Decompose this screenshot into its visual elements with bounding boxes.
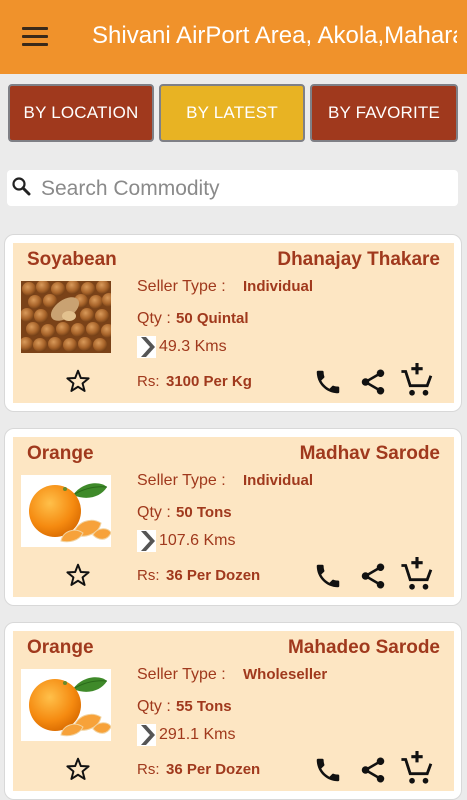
price-label: Rs: — [137, 373, 160, 390]
search-icon — [12, 177, 31, 196]
listing-body: Orange Mahadeo Sarode Seller Type : Whol… — [13, 631, 454, 791]
filter-tabs: BY LOCATION BY LATEST BY FAVORITE — [0, 82, 467, 146]
call-icon[interactable] — [313, 365, 343, 399]
chevron-right-icon — [137, 336, 156, 358]
seller-type-label: Seller Type : — [137, 278, 226, 295]
listing-body: Soyabean Dhanajay Thakare Seller Type : … — [13, 243, 454, 403]
share-icon[interactable] — [358, 560, 388, 592]
chevron-right-icon — [137, 724, 156, 746]
qty-label: Qty : — [137, 698, 171, 715]
add-to-cart-icon[interactable] — [400, 361, 434, 399]
seller-type-label: Seller Type : — [137, 666, 226, 683]
menu-icon[interactable] — [22, 27, 48, 47]
qty-value: 55 Tons — [176, 698, 232, 715]
share-icon[interactable] — [358, 366, 388, 398]
listing-card[interactable]: Soyabean Dhanajay Thakare Seller Type : … — [4, 234, 462, 412]
price-value: 36 Per Dozen — [166, 761, 261, 778]
commodity-name: Orange — [27, 443, 94, 464]
price-label: Rs: — [137, 761, 160, 778]
listing-card[interactable]: Orange Madhav Sarode Seller Type : Indiv… — [4, 428, 462, 606]
call-icon[interactable] — [313, 753, 343, 787]
commodity-image — [21, 475, 111, 547]
price-value: 3100 Per Kg — [166, 373, 252, 390]
price-value: 36 Per Dozen — [166, 567, 261, 584]
qty-label: Qty : — [137, 310, 171, 327]
search-bar — [7, 170, 458, 208]
distance-value: 107.6 Kms — [159, 532, 236, 549]
add-to-cart-icon[interactable] — [400, 555, 434, 593]
qty-label: Qty : — [137, 504, 171, 521]
app-bar: Shivani AirPort Area, Akola,Maharashtra — [0, 0, 467, 74]
commodity-name: Soyabean — [27, 249, 117, 270]
commodity-name: Orange — [27, 637, 94, 658]
seller-type-value: Individual — [243, 472, 314, 489]
star-icon[interactable] — [65, 562, 91, 588]
seller-type-value: Wholeseller — [243, 666, 328, 683]
add-to-cart-icon[interactable] — [400, 749, 434, 787]
distance-value: 291.1 Kms — [159, 726, 236, 743]
commodity-image — [21, 669, 111, 741]
location-title[interactable]: Shivani AirPort Area, Akola,Maharashtra — [92, 22, 457, 50]
seller-type-label: Seller Type : — [137, 472, 226, 489]
share-icon[interactable] — [358, 754, 388, 786]
seller-name: Dhanajay Thakare — [277, 249, 440, 270]
tab-by-favorite[interactable]: BY FAVORITE — [310, 84, 458, 142]
commodity-image — [21, 281, 111, 353]
tab-by-location[interactable]: BY LOCATION — [8, 84, 154, 142]
qty-value: 50 Quintal — [176, 310, 249, 327]
price-label: Rs: — [137, 567, 160, 584]
qty-value: 50 Tons — [176, 504, 232, 521]
star-icon[interactable] — [65, 368, 91, 394]
tab-by-latest[interactable]: BY LATEST — [159, 84, 305, 142]
call-icon[interactable] — [313, 559, 343, 593]
star-icon[interactable] — [65, 756, 91, 782]
seller-name: Madhav Sarode — [299, 443, 440, 464]
listing-card[interactable]: Orange Mahadeo Sarode Seller Type : Whol… — [4, 622, 462, 800]
seller-name: Mahadeo Sarode — [287, 637, 440, 658]
listing-body: Orange Madhav Sarode Seller Type : Indiv… — [13, 437, 454, 597]
search-input[interactable] — [39, 170, 453, 208]
seller-type-value: Individual — [243, 278, 314, 295]
distance-value: 49.3 Kms — [159, 338, 227, 355]
chevron-right-icon — [137, 530, 156, 552]
